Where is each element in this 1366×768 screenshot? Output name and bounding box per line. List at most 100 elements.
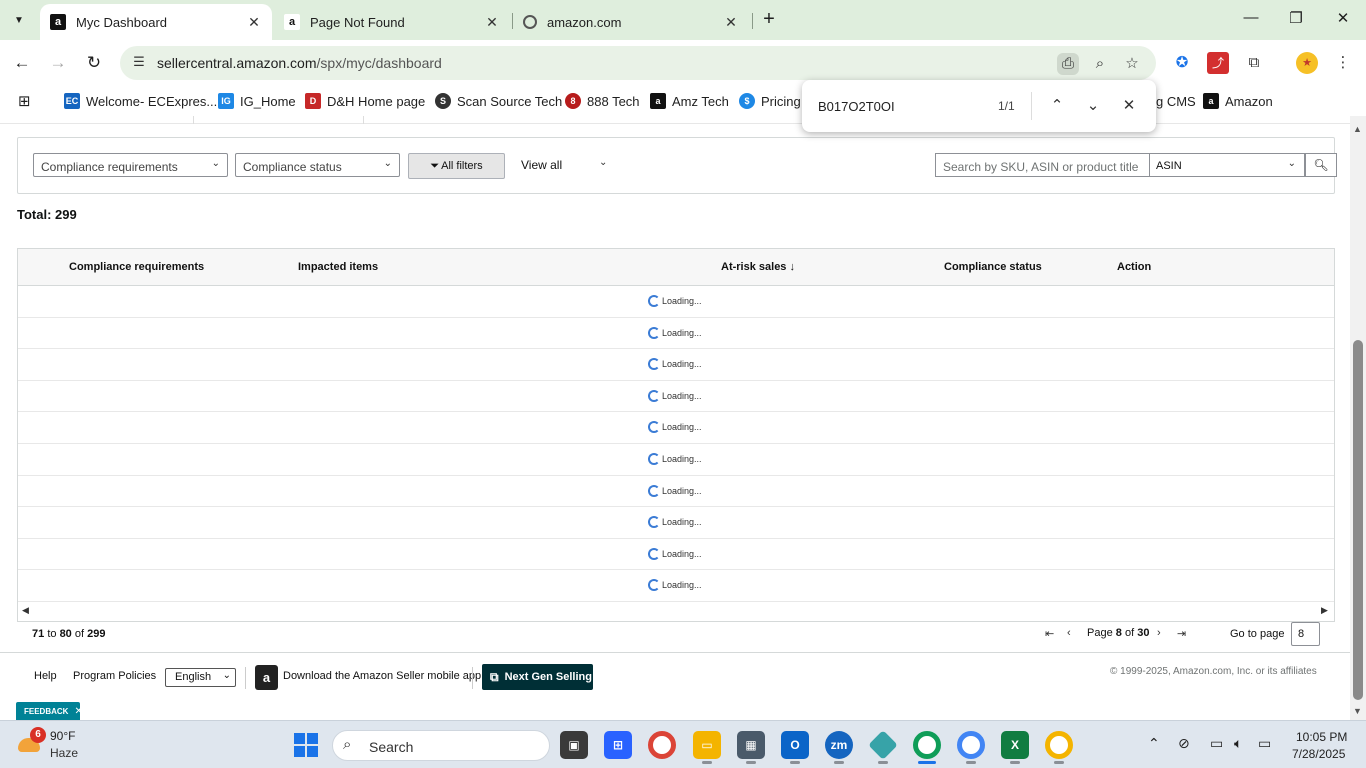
extensions-puzzle-icon[interactable]: ⧉: [1243, 52, 1265, 74]
windows-start-icon[interactable]: [294, 733, 318, 757]
last-page-icon[interactable]: ⇥: [1177, 627, 1186, 640]
chevron-up-icon[interactable]: ⌃: [1148, 735, 1160, 752]
column-header-at-risk-sales[interactable]: At-risk sales ↓: [721, 261, 795, 273]
site-settings-icon[interactable]: ☰: [130, 54, 148, 72]
feedback-tab[interactable]: FEEDBACK ✕: [16, 702, 83, 720]
first-page-icon[interactable]: ⇤: [1045, 627, 1054, 640]
find-close-icon[interactable]: ✕: [1118, 95, 1140, 117]
chrome-profile-icon[interactable]: [1045, 731, 1073, 759]
bookmark-cms[interactable]: g CMS: [1156, 92, 1196, 110]
bookmark-pricing[interactable]: $ Pricing: [739, 92, 801, 110]
menu-dots-icon[interactable]: ⋮: [1332, 52, 1354, 74]
tab-myc-dashboard[interactable]: a Myc Dashboard ✕: [40, 4, 272, 40]
url-text[interactable]: sellercentral.amazon.com/spx/myc/dashboa…: [157, 55, 442, 71]
bookmark-label: D&H Home page: [327, 93, 426, 109]
pdf-extension-icon[interactable]: ⤴: [1207, 52, 1229, 74]
display-icon[interactable]: ▭: [1210, 735, 1223, 752]
bookmark-amz-tech[interactable]: a Amz Tech: [650, 92, 729, 110]
scrollbar-thumb[interactable]: [1353, 340, 1363, 700]
apps-grid-icon[interactable]: ⊞: [18, 92, 31, 110]
bookmark-ig-home[interactable]: IG IG_Home: [218, 92, 296, 110]
close-icon[interactable]: ✕: [721, 12, 741, 32]
new-tab-plus-icon[interactable]: +: [758, 9, 780, 31]
column-header-impacted-items[interactable]: Impacted items: [298, 261, 378, 273]
forward-arrow-icon[interactable]: →: [46, 51, 70, 75]
find-previous-chevron-up-icon[interactable]: ⌃: [1046, 95, 1068, 117]
bookmark-amazon[interactable]: a Amazon: [1203, 92, 1273, 110]
extension-blue-icon[interactable]: ✪: [1171, 52, 1193, 74]
running-indicator: [966, 761, 976, 764]
zoho-meeting-icon[interactable]: zm: [825, 731, 853, 759]
back-arrow-icon[interactable]: ←: [10, 51, 34, 75]
previous-page-icon[interactable]: ‹: [1067, 627, 1071, 639]
calculator-icon[interactable]: ▦: [737, 731, 765, 759]
window-close-icon[interactable]: ✕: [1332, 9, 1354, 31]
view-all-dropdown[interactable]: View all: [521, 158, 562, 172]
search-button[interactable]: 🔍︎: [1305, 153, 1337, 177]
bookmark-dh-home[interactable]: D D&H Home page: [305, 92, 425, 110]
network-icon[interactable]: ⊘: [1178, 735, 1190, 752]
profile-avatar-icon[interactable]: ★: [1296, 52, 1318, 74]
bookmark-star-icon[interactable]: ☆: [1121, 53, 1143, 75]
total-pages: 30: [1137, 627, 1150, 639]
column-header-compliance-requirements[interactable]: Compliance requirements: [69, 261, 204, 273]
search-type-select[interactable]: ASIN ⌄: [1149, 153, 1305, 177]
search-input[interactable]: Search by SKU, ASIN or product title: [935, 153, 1149, 177]
find-in-page-icon[interactable]: ⎙: [1057, 53, 1079, 75]
go-to-page-input[interactable]: 8: [1291, 622, 1320, 646]
amazon-app-icon[interactable]: a: [255, 665, 278, 690]
bookmark-ecexpress[interactable]: EC Welcome- ECExpres...: [64, 92, 217, 110]
loading-indicator: Loading...: [648, 547, 702, 560]
address-bar[interactable]: ☰ sellercentral.amazon.com/spx/myc/dashb…: [120, 46, 1156, 80]
outlook-icon[interactable]: O: [781, 731, 809, 759]
minimize-icon[interactable]: —: [1240, 9, 1262, 31]
volume-icon[interactable]: 🔈︎: [1234, 735, 1242, 752]
zoom-icon[interactable]: ⌕: [1089, 53, 1111, 75]
next-page-icon[interactable]: ›: [1157, 627, 1161, 639]
clock-date[interactable]: 7/28/2025: [1292, 747, 1345, 761]
scroll-down-icon[interactable]: ▼: [1353, 706, 1362, 716]
column-header-compliance-status[interactable]: Compliance status: [944, 261, 1042, 273]
program-policies-link[interactable]: Program Policies: [73, 670, 156, 682]
remote-desktop-icon[interactable]: [868, 730, 898, 760]
close-icon[interactable]: ✕: [482, 12, 502, 32]
download-app-link[interactable]: Download the Amazon Seller mobile app: [283, 670, 481, 682]
scroll-left-icon[interactable]: ◀: [22, 605, 29, 616]
file-explorer-icon[interactable]: ▭: [693, 731, 721, 759]
compliance-requirements-select[interactable]: Compliance requirements ⌄: [33, 153, 228, 177]
language-select[interactable]: English ⌄: [165, 668, 236, 687]
compliance-status-select[interactable]: Compliance status ⌄: [235, 153, 400, 177]
bookmark-label: g CMS: [1156, 93, 1196, 109]
close-icon[interactable]: ✕: [244, 12, 264, 32]
help-link[interactable]: Help: [34, 670, 57, 682]
bookmark-scan-source[interactable]: S Scan Source Tech: [435, 92, 562, 110]
clock-time[interactable]: 10:05 PM: [1296, 730, 1347, 744]
chrome-icon[interactable]: [648, 731, 676, 759]
scroll-right-icon[interactable]: ▶: [1321, 605, 1328, 616]
reload-icon[interactable]: ↻: [82, 51, 106, 75]
horizontal-scrollbar[interactable]: ◀ ▶: [18, 602, 1334, 621]
table-row: Loading...: [18, 507, 1334, 539]
weather-temperature[interactable]: 90°F: [50, 729, 75, 743]
tab-amazon-com[interactable]: amazon.com ✕: [513, 4, 749, 40]
task-view-icon[interactable]: ▣: [560, 731, 588, 759]
chevron-down-icon[interactable]: ⌄: [599, 157, 607, 168]
all-filters-button[interactable]: ⏷ All filters: [408, 153, 505, 179]
scroll-up-icon[interactable]: ▲: [1353, 124, 1362, 134]
tab-search-chevron-icon[interactable]: ▼: [8, 9, 30, 31]
battery-icon[interactable]: ▭: [1258, 735, 1271, 752]
restore-icon[interactable]: ❐: [1285, 9, 1307, 31]
chrome-profile-icon[interactable]: [957, 731, 985, 759]
chrome-profile-icon[interactable]: [913, 731, 941, 759]
find-next-chevron-down-icon[interactable]: ⌄: [1082, 95, 1104, 117]
microsoft-store-icon[interactable]: ⊞: [604, 731, 632, 759]
find-input[interactable]: B017O2T0OI: [818, 99, 895, 114]
close-icon[interactable]: ✕: [74, 706, 82, 717]
taskbar-search[interactable]: ⌕ Search: [332, 730, 550, 761]
excel-icon[interactable]: X: [1001, 731, 1029, 759]
tab-page-not-found[interactable]: a Page Not Found ✕: [274, 4, 510, 40]
next-gen-selling-button[interactable]: ⧉ Next Gen Selling: [482, 664, 593, 690]
page-vertical-scrollbar[interactable]: ▲ ▼: [1350, 116, 1366, 720]
weather-condition[interactable]: Haze: [50, 746, 78, 760]
bookmark-888-tech[interactable]: 8 888 Tech: [565, 92, 640, 110]
